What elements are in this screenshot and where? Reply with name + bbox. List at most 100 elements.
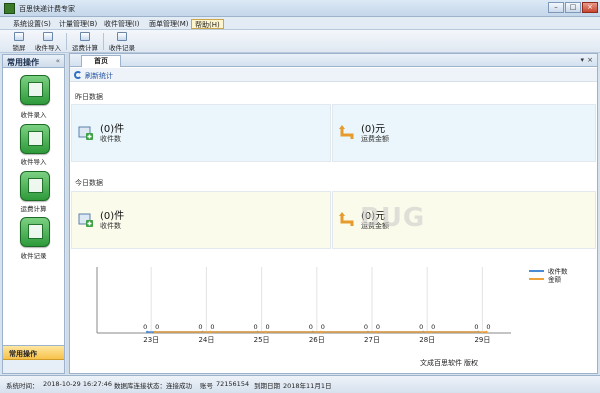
menu-system-settings[interactable]: 系统设置(S) — [10, 19, 54, 29]
import-receipts-button[interactable]: 收件导入 — [32, 32, 64, 52]
data-label: 0 — [486, 323, 490, 331]
status-account: 72156154 — [216, 380, 250, 388]
close-button[interactable]: × — [582, 2, 598, 13]
fee-arrow-icon — [339, 212, 354, 226]
data-label: 0 — [309, 323, 313, 331]
stats-chart: 23日 24日 25日 26日 27日 28日 29日 0 0 0 0 0 0 0 0 0 0 0 0 0 0 收件数 金额 — [70, 263, 597, 373]
status-expiry-label: 到期日期 — [254, 382, 280, 390]
x-tick-label: 28日 — [419, 336, 435, 344]
today-count-label: 收件数 — [100, 222, 121, 230]
data-point — [264, 330, 267, 334]
fee-arrow-icon — [339, 125, 354, 139]
receipt-entry-icon — [20, 75, 50, 105]
yesterday-fee-card: (0)元 运费金额 — [332, 104, 596, 162]
yesterday-count-value: (0)件 — [100, 124, 125, 135]
menu-receipts[interactable]: 收件管理(I) — [101, 19, 143, 29]
lock-screen-button[interactable]: 锁屏 — [8, 32, 30, 52]
data-label: 0 — [419, 323, 423, 331]
data-label: 0 — [143, 323, 147, 331]
footer-company: 文成百思软件 — [420, 359, 462, 367]
receipt-records-button[interactable]: 收件记录 — [106, 32, 138, 52]
freight-calc-icon — [20, 171, 50, 201]
status-db-label: 数据库连接状态： — [114, 382, 166, 390]
status-db: 连接成功 — [166, 382, 192, 390]
import-icon — [43, 32, 53, 41]
sidebar: 常用操作 « 收件录入 收件导入 运费计算 收件记录 常用操作 — [2, 54, 65, 374]
window-title: 百思快递计费专家 — [19, 5, 75, 13]
data-label: 0 — [266, 323, 270, 331]
app-icon — [4, 3, 15, 14]
calculator-icon — [80, 32, 90, 41]
status-time-label: 系统时间： — [6, 382, 39, 390]
tab-bar: 首页 ▾ × — [70, 54, 597, 67]
x-tick-label: 26日 — [309, 336, 325, 344]
data-point — [374, 330, 378, 334]
parcel-icon — [78, 213, 93, 227]
menu-waybill[interactable]: 面单管理(M) — [146, 19, 192, 29]
toolbar: 锁屏 收件导入 运费计算 收件记录 — [0, 30, 600, 53]
data-label: 0 — [210, 323, 214, 331]
watermark-logo: BUG — [360, 203, 426, 233]
yesterday-count-label: 收件数 — [100, 135, 121, 143]
title-bar: 百思快递计费专家 – □ × — [0, 0, 600, 17]
x-tick-label: 25日 — [254, 336, 270, 344]
data-label: 0 — [376, 323, 380, 331]
menu-help[interactable]: 帮助(H) — [191, 19, 224, 29]
menu-metering[interactable]: 计量管理(B) — [56, 19, 100, 29]
x-tick-label: 23日 — [143, 336, 159, 344]
today-count-value: (0)件 — [100, 211, 125, 222]
receipt-records-icon — [20, 217, 50, 247]
data-point — [485, 330, 488, 334]
lock-icon — [14, 32, 24, 41]
toolbar-separator — [103, 33, 104, 50]
today-label: 今日数据 — [75, 179, 103, 187]
data-label: 0 — [254, 323, 258, 331]
refresh-bar: 刷新统计 — [70, 68, 597, 82]
data-point — [209, 330, 212, 334]
toolbar-separator — [66, 33, 67, 50]
tab-home[interactable]: 首页 — [81, 55, 121, 67]
menu-bar: 系统设置(S) 计量管理(B) 收件管理(I) 面单管理(M) 帮助(H) — [0, 17, 600, 30]
legend-label-2: 金额 — [548, 275, 562, 284]
tab-close-icon[interactable]: × — [587, 56, 593, 64]
x-tick-label: 24日 — [198, 336, 214, 344]
refresh-icon[interactable] — [74, 71, 82, 79]
tab-list-icon[interactable]: ▾ — [580, 56, 584, 64]
refresh-stats-link[interactable]: 刷新统计 — [85, 71, 113, 81]
status-account-label: 账号 — [200, 382, 213, 390]
sidebar-group-common[interactable]: 常用操作 — [3, 346, 64, 360]
yesterday-label: 昨日数据 — [75, 93, 103, 101]
sidebar-title: 常用操作 — [7, 58, 39, 67]
data-point — [319, 330, 322, 334]
records-icon — [117, 32, 127, 41]
data-label: 0 — [155, 323, 159, 331]
yesterday-count-card: (0)件 收件数 — [71, 104, 331, 162]
sidebar-header: 常用操作 « — [3, 55, 64, 68]
legend-label-1: 收件数 — [548, 267, 568, 276]
sidebar-footer: 常用操作 — [3, 345, 64, 373]
data-point — [146, 330, 149, 334]
status-expiry: 2018年11月1日 — [283, 382, 332, 390]
data-label: 0 — [474, 323, 478, 331]
yesterday-fee-value: (0)元 — [361, 124, 386, 135]
x-tick-label: 29日 — [474, 336, 490, 344]
minimize-button[interactable]: – — [548, 2, 564, 13]
status-bar: 系统时间： 2018-10-29 16:27:46 数据库连接状态： 连接成功 … — [0, 375, 600, 393]
parcel-icon — [78, 126, 93, 140]
data-label: 0 — [431, 323, 435, 331]
data-point — [430, 330, 433, 334]
x-tick-label: 27日 — [364, 336, 380, 344]
data-label: 0 — [198, 323, 202, 331]
main-panel: 首页 ▾ × 刷新统计 昨日数据 (0)件 收件数 (0)元 运费金额 今日数据… — [69, 53, 598, 374]
data-point — [154, 330, 157, 334]
receipt-import-icon — [20, 124, 50, 154]
chart-svg: 23日 24日 25日 26日 27日 28日 29日0 0 0 0 0 0 00 0 0 0 0 0 0收件数金额 — [96, 267, 568, 344]
window-controls: – □ × — [548, 2, 598, 13]
today-count-card: (0)件 收件数 — [71, 191, 331, 249]
data-label: 0 — [364, 323, 368, 331]
footer-copyright: 版权 — [464, 359, 478, 367]
status-time: 2018-10-29 16:27:46 — [43, 380, 113, 388]
collapse-icon[interactable]: « — [56, 57, 60, 65]
freight-calc-button[interactable]: 运费计算 — [69, 32, 101, 52]
maximize-button[interactable]: □ — [565, 2, 581, 13]
